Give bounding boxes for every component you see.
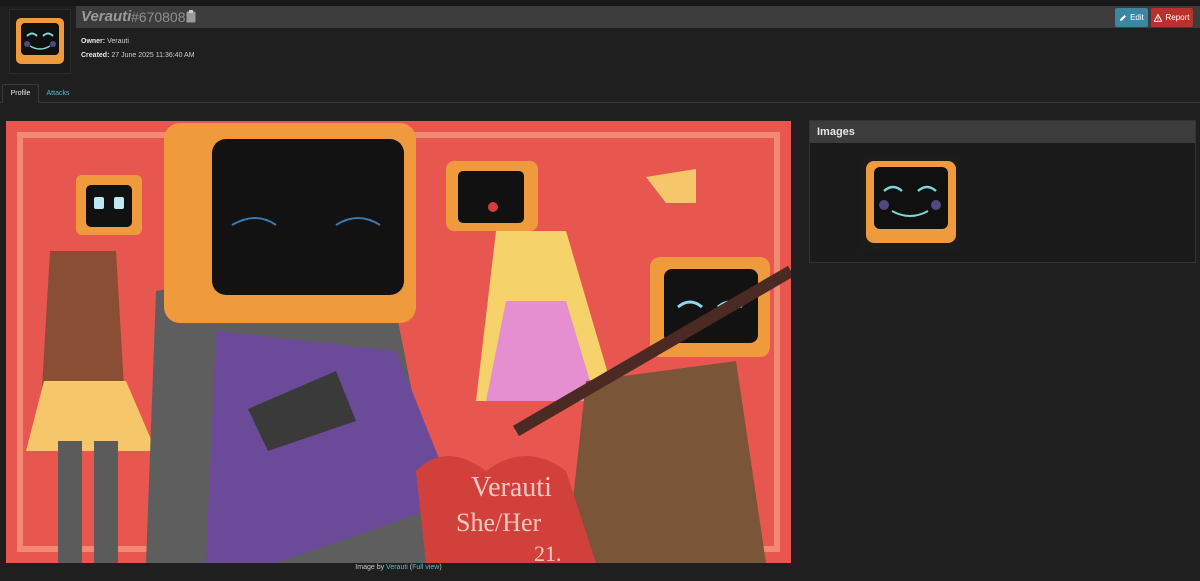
created-line: Created: 27 June 2025 11:36:40 AM <box>81 52 195 59</box>
tab-attacks[interactable]: Attacks <box>41 84 75 103</box>
owner-line: Owner: Verauti <box>81 38 129 45</box>
art-text-name: Verauti <box>471 472 552 503</box>
art-text-pronouns: She/Her <box>456 508 542 537</box>
image-thumbnail[interactable] <box>862 155 959 251</box>
caption-author-link[interactable]: Verauti <box>386 564 408 571</box>
created-value: 27 June 2025 11:36:40 AM <box>111 52 195 59</box>
art-text-age: 21. <box>534 541 562 563</box>
tab-bar: Profile Attacks <box>0 84 1200 103</box>
pencil-icon <box>1120 14 1127 21</box>
full-view-link[interactable]: Full view <box>412 564 439 571</box>
image-caption: Image by Verauti (Full view) <box>6 564 791 571</box>
owner-value: Verauti <box>107 38 129 45</box>
warning-icon <box>1154 13 1163 22</box>
images-panel: Images <box>809 120 1196 263</box>
tab-profile[interactable]: Profile <box>2 84 39 103</box>
report-button[interactable]: Report <box>1151 8 1193 27</box>
caption-prefix: Image by <box>355 564 387 571</box>
edit-button[interactable]: Edit <box>1115 8 1148 27</box>
owner-label: Owner: <box>81 38 106 45</box>
report-button-label: Report <box>1165 13 1190 22</box>
caption-close: ) <box>439 564 442 571</box>
created-label: Created: <box>81 52 110 59</box>
character-name: Verauti <box>81 8 132 25</box>
character-id: #6708082 <box>131 9 194 25</box>
character-avatar[interactable] <box>9 9 71 74</box>
main-character-image[interactable]: Verauti She/Her 21. <box>6 121 791 563</box>
edit-button-label: Edit <box>1130 13 1144 22</box>
title-bar <box>76 6 1200 28</box>
images-panel-title: Images <box>810 121 1195 143</box>
clipboard-icon[interactable] <box>186 10 196 23</box>
